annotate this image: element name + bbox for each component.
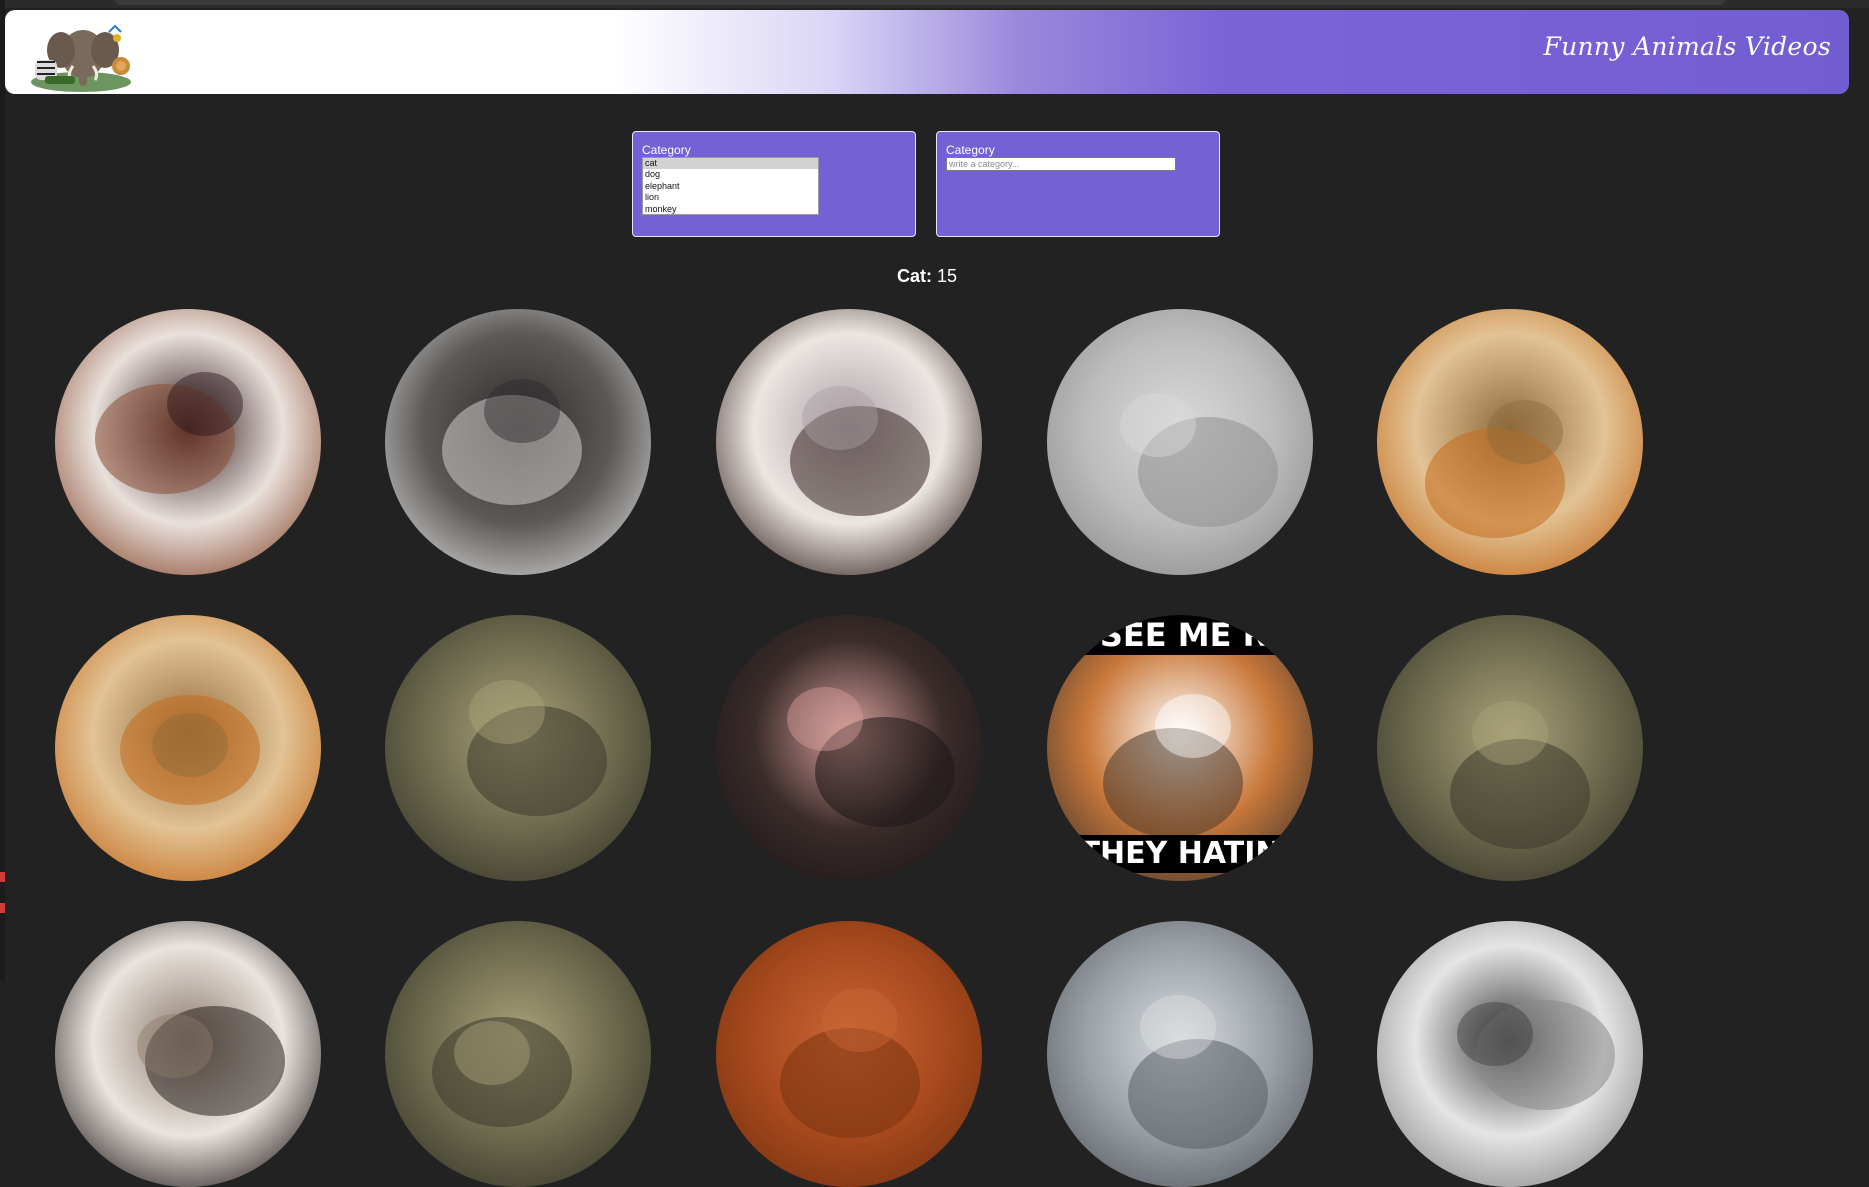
video-thumb-1[interactable] [55,309,321,575]
video-thumb-2[interactable] [385,309,651,575]
category-option-lion[interactable]: lion [643,192,818,203]
animals-logo[interactable] [25,16,137,94]
edge-marker [0,872,5,882]
video-thumb-5[interactable] [1377,309,1643,575]
category-option-cat[interactable]: cat [643,158,818,170]
category-select-label: Category [642,143,691,157]
video-frame-image [1047,309,1313,575]
category-option-monkey[interactable]: monkey [643,204,818,214]
video-frame-image [1377,921,1643,1187]
video-frame-image [716,309,982,575]
site-header: Funny Animals Videos [5,10,1849,94]
category-option-elephant[interactable]: elephant [643,181,818,192]
video-frame-image [385,309,651,575]
category-search-panel: Category [936,131,1220,237]
video-thumb-3[interactable] [716,309,982,575]
video-frame-image [55,921,321,1187]
edge-marker [0,903,5,913]
video-frame-image [716,615,982,881]
video-frame-image [55,615,321,881]
video-frame-image [55,309,321,575]
meme-caption-top: Y SEE ME RO [1047,615,1313,655]
category-select-panel: Category cat dog elephant lion monkey [632,131,916,237]
video-thumb-10[interactable] [1377,615,1643,881]
video-frame-image [1047,921,1313,1187]
browser-tab-strip [0,0,1869,8]
video-thumb-14[interactable] [1047,921,1313,1187]
video-frame-image [1377,309,1643,575]
window-left-edge [0,0,5,981]
browser-tab-bar [115,0,1725,5]
video-thumb-7[interactable] [385,615,651,881]
category-search-label: Category [946,143,995,157]
result-count-value: 15 [936,266,958,286]
video-thumb-6[interactable] [55,615,321,881]
video-frame-image [385,921,651,1187]
site-title: Funny Animals Videos [1543,32,1831,61]
video-thumb-9[interactable]: Y SEE ME RO THEY HATIN [1047,615,1313,881]
result-count-label: Cat: [896,266,932,286]
result-count: Cat: 15 [0,266,1854,287]
video-frame-image [716,921,982,1187]
category-search-input[interactable] [946,157,1176,171]
category-option-dog[interactable]: dog [643,169,818,180]
video-thumb-15[interactable] [1377,921,1643,1187]
video-frame-image [1377,615,1643,881]
meme-caption-bottom: THEY HATIN [1047,835,1313,873]
category-listbox[interactable]: cat dog elephant lion monkey [642,157,819,215]
video-thumb-13[interactable] [716,921,982,1187]
video-thumb-8[interactable] [716,615,982,881]
video-frame-image [385,615,651,881]
video-thumb-12[interactable] [385,921,651,1187]
video-thumb-4[interactable] [1047,309,1313,575]
video-thumb-11[interactable] [55,921,321,1187]
